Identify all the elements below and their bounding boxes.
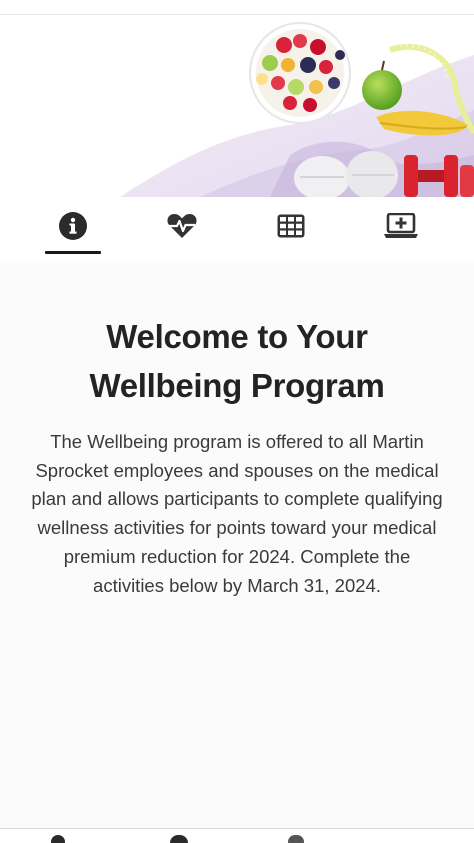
laptop-plus-icon <box>384 213 418 238</box>
title-line-2: Wellbeing Program <box>89 367 385 404</box>
heart-pulse-icon <box>167 214 197 238</box>
section-tabs <box>0 197 474 261</box>
page-title: Welcome to Your Wellbeing Program <box>24 312 450 410</box>
tab-info[interactable] <box>33 197 113 255</box>
bottom-nav-bar[interactable] <box>0 828 474 843</box>
tab-health[interactable] <box>142 197 222 255</box>
hero-banner-image <box>0 15 474 197</box>
title-line-1: Welcome to Your <box>106 318 368 355</box>
welcome-section: Welcome to Your Wellbeing Program The We… <box>24 312 450 600</box>
status-bar <box>0 0 474 15</box>
tab-telehealth[interactable] <box>361 197 441 255</box>
info-icon <box>59 212 87 240</box>
tab-activities-grid[interactable] <box>251 197 331 255</box>
program-description: The Wellbeing program is offered to all … <box>31 431 443 596</box>
grid-table-icon <box>277 214 305 238</box>
